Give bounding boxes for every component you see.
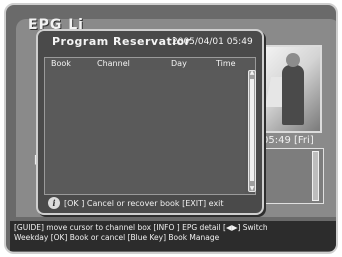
program-list-scrollbar[interactable]	[312, 151, 319, 201]
table-header: Book Channel Day Time	[45, 58, 245, 70]
dialog-datetime: 2005/04/01 05:49	[172, 37, 253, 47]
info-icon: i	[48, 197, 60, 209]
dialog-help: i [OK ] Cancel or recover book [EXIT] ex…	[48, 197, 224, 209]
program-reservation-dialog: Program Reservatior 2005/04/01 05:49 Boo…	[36, 29, 264, 215]
column-time: Time	[216, 59, 236, 68]
column-channel: Channel	[97, 59, 130, 68]
scroll-up-icon[interactable]: ▲	[249, 70, 255, 76]
reservation-table: Book Channel Day Time ▲ ▼	[44, 57, 256, 195]
column-book: Book	[51, 59, 71, 68]
preview-head	[286, 53, 300, 67]
dialog-help-text: [OK ] Cancel or recover book [EXIT] exit	[64, 198, 224, 208]
key-help-line-2: Weekday [OK] Book or cancel [Blue Key] B…	[14, 233, 220, 242]
scroll-down-icon[interactable]: ▼	[249, 186, 255, 192]
reservation-list[interactable]	[45, 70, 245, 194]
key-help-bar: [GUIDE] move cursor to channel box [INFO…	[10, 221, 336, 251]
scroll-thumb[interactable]	[250, 79, 254, 181]
dialog-title: Program Reservatior	[52, 35, 191, 48]
current-time-label: 05:49 [Fri]	[262, 135, 314, 146]
column-day: Day	[171, 59, 187, 68]
tv-screen: EPG Li 05:49 [Fri] [ Program Reservatior…	[4, 3, 338, 254]
key-help-line-1: [GUIDE] move cursor to channel box [INFO…	[14, 223, 268, 232]
preview-figure	[282, 65, 304, 125]
video-preview	[260, 45, 322, 133]
reservation-scrollbar[interactable]: ▲ ▼	[248, 70, 256, 192]
